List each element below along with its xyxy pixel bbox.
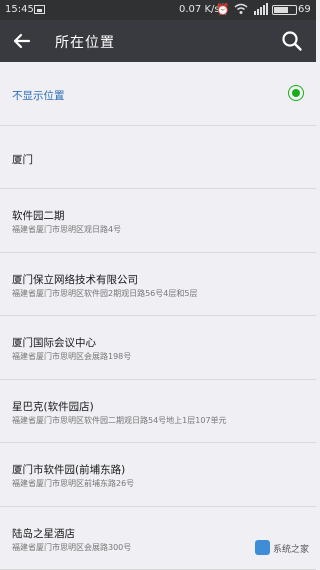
- location-address: 福建省厦门市思明区观日路4号: [12, 224, 121, 235]
- page-title: 所在位置: [55, 32, 115, 52]
- search-icon[interactable]: [279, 28, 305, 54]
- battery-level: 69: [298, 4, 311, 15]
- location-address: 福建省厦门市思明区会展路300号: [12, 542, 131, 553]
- location-address: 福建省厦门市思明区软件园2期观日路56号4层和5层: [12, 288, 197, 299]
- location-address: 福建省厦门市思明区前埔东路26号: [12, 478, 134, 489]
- network-speed: 0.07 K/s: [179, 4, 220, 15]
- location-item[interactable]: 软件园二期 福建省厦门市思明区观日路4号: [0, 189, 316, 253]
- status-time: 15:45: [5, 4, 34, 15]
- location-item[interactable]: 厦门市软件园(前埔东路) 福建省厦门市思明区前埔东路26号: [0, 443, 316, 507]
- location-address: 福建省厦门市思明区会展路198号: [12, 351, 131, 362]
- watermark-logo-icon: [255, 540, 270, 555]
- location-name: 厦门保立网络技术有限公司: [12, 272, 138, 287]
- location-name: 不显示位置: [12, 88, 65, 103]
- location-item-hide-location[interactable]: 不显示位置: [0, 62, 316, 126]
- location-item[interactable]: 厦门国际会议中心 福建省厦门市思明区会展路198号: [0, 316, 316, 380]
- selected-check-icon: [288, 85, 304, 101]
- location-list: 不显示位置 厦门 软件园二期 福建省厦门市思明区观日路4号 厦门保立网络技术有限…: [0, 62, 316, 570]
- photo-icon: [34, 5, 45, 14]
- status-bar: 15:45 0.07 K/s ⏰ 69: [0, 0, 316, 20]
- location-name: 厦门: [12, 152, 33, 167]
- location-name: 厦门市软件园(前埔东路): [12, 462, 125, 477]
- location-name: 陆岛之星酒店: [12, 526, 75, 541]
- back-arrow-icon[interactable]: [10, 29, 34, 53]
- watermark: 系统之家: [255, 537, 315, 559]
- watermark-text: 系统之家: [273, 542, 309, 555]
- location-name: 厦门国际会议中心: [12, 335, 96, 350]
- location-item[interactable]: 厦门: [0, 126, 316, 190]
- location-item[interactable]: 厦门保立网络技术有限公司 福建省厦门市思明区软件园2期观日路56号4层和5层: [0, 253, 316, 317]
- app-header: 所在位置: [0, 20, 316, 62]
- location-address: 福建省厦门市思明区软件园二期观日路54号地上1层107单元: [12, 415, 227, 426]
- wifi-icon: [234, 3, 248, 19]
- battery-icon: [272, 5, 297, 15]
- location-name: 软件园二期: [12, 208, 65, 223]
- location-item[interactable]: 星巴克(软件园店) 福建省厦门市思明区软件园二期观日路54号地上1层107单元: [0, 380, 316, 444]
- signal-icon: [254, 3, 268, 19]
- location-name: 星巴克(软件园店): [12, 399, 94, 414]
- alarm-icon: ⏰: [216, 3, 230, 17]
